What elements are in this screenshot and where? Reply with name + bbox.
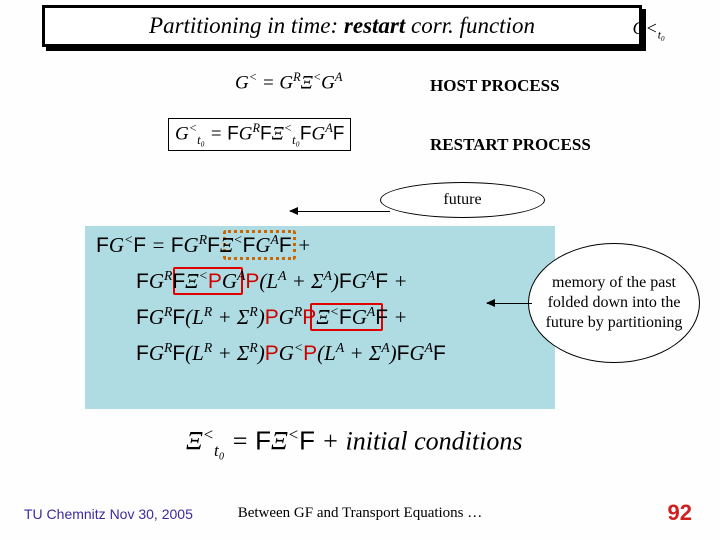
title-post: corr. function (405, 13, 535, 38)
bottom-equation: Ξ<t₀ = FΞ<F + initial conditions (186, 425, 522, 461)
title-pre: Partitioning in time: (149, 13, 344, 38)
page-number: 92 (668, 500, 692, 526)
memory-callout: memory of the past folded down into the … (528, 243, 700, 363)
eq-line-3: FGRF(LR + ΣR)PGRPΞ<FGAF + (136, 304, 408, 330)
restart-label: RESTART PROCESS (430, 135, 591, 155)
eq-line-1: FG<F = FGRFΞ<FGAF + (96, 232, 311, 258)
host-label: HOST PROCESS (430, 76, 560, 96)
memory-text: memory of the past folded down into the … (537, 273, 691, 333)
restart-equation: G<t₀ = FGRFΞ<t₀FGAF (168, 118, 351, 151)
future-label: future (443, 191, 481, 209)
title-bold: restart (344, 13, 405, 38)
eq-line-2: FGRFΞ<PGAP(LA + ΣA)FGAF + (136, 268, 408, 294)
slide-title: Partitioning in time: restart corr. func… (42, 5, 642, 47)
future-arrow (290, 211, 390, 212)
host-equation: G< = GRΞ<GA (235, 70, 342, 94)
memory-arrow (487, 303, 532, 304)
footer-title: Between GF and Transport Equations … (0, 505, 720, 522)
title-symbol: G<t₀ (633, 18, 665, 42)
future-callout: future (380, 182, 545, 218)
eq-line-4: FGRF(LR + ΣR)PG<P(LA + ΣA)FGAF (136, 340, 446, 366)
